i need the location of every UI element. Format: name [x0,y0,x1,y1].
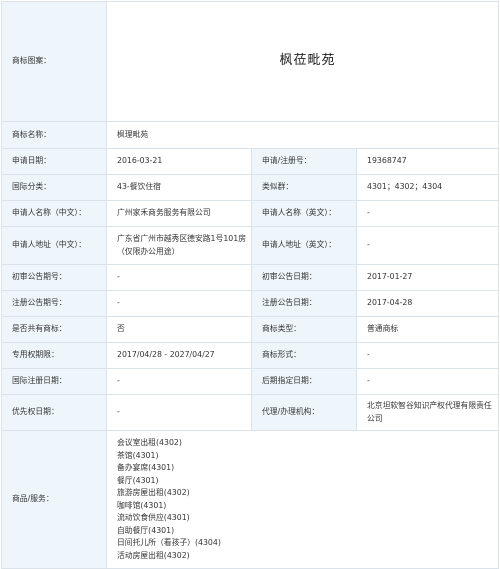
row-name: 商标名称： 枫理毗苑 [1,121,500,149]
address-cn-label: 申请人地址（中文）： [1,226,107,265]
address-en-label: 申请人地址（英文）： [251,226,357,265]
reg-no-label: 申请/注册号： [251,148,357,175]
later-date-label: 后期指定日期： [251,368,357,395]
service-item: 茶馆(4301) [117,450,159,460]
apply-date-label: 申请日期： [1,148,107,175]
row-services: 商品/服务： 会议室出租(4302) 茶馆(4301) 备办宴席(4301) 餐… [1,430,500,569]
priority-label: 优先权日期： [1,394,107,431]
form-label: 商标形式： [251,342,357,369]
reg-ann-date-value: 2017-04-28 [355,290,500,317]
service-item: 日间托儿所（看孩子）(4304) [117,538,221,547]
applicant-link[interactable]: 广州家禾商务服务有限公司 [106,200,252,227]
applicant-en-value: - [355,200,500,227]
image-label: 商标图案： [1,1,107,122]
row-apply: 申请日期： 2016-03-21 申请/注册号： 19368747 [1,148,500,175]
row-exclusive: 专用权期限： 2017/04/28 - 2027/04/27 商标形式： - [1,342,500,369]
trademark-image: 枫莅毗苑 [105,1,500,122]
class-value: 43-餐饮住宿 [106,174,252,201]
prelim-date-value: 2017-01-27 [355,264,500,291]
exclusive-value: 2017/04/28 - 2027/04/27 [106,342,252,369]
row-shared: 是否共有商标： 否 商标类型： 普通商标 [1,316,500,343]
service-item: 餐厅(4301) [117,475,159,485]
row-intl: 国际注册日期： - 后期指定日期： - [1,368,500,395]
name-value: 枫理毗苑 [105,121,500,149]
row-class: 国际分类： 43-餐饮住宿 类似群： 4301；4302；4304 [1,174,500,201]
service-item: 自助餐厅(4301) [117,525,175,535]
shared-value: 否 [106,316,252,343]
prelim-no-value: - [106,264,252,291]
exclusive-label: 专用权期限： [1,342,107,369]
services-label: 商品/服务： [1,430,107,569]
agent-label: 代理/办理机构： [251,394,357,431]
agent-link[interactable]: 北京坦软智谷知识产权代理有限责任公司 [355,394,500,431]
intl-reg-label: 国际注册日期： [1,368,107,395]
services-list: 会议室出租(4302) 茶馆(4301) 备办宴席(4301) 餐厅(4301)… [105,430,500,569]
reg-ann-no-value: - [106,290,252,317]
applicant-en-label: 申请人名称（英文）： [251,200,357,227]
row-reg-announce: 注册公告期号： - 注册公告日期： 2017-04-28 [1,290,500,317]
service-item: 会议室出租(4302) [117,438,182,447]
type-label: 商标类型： [251,316,357,343]
service-item: 旅游房屋出租(4302) [117,488,190,497]
later-date-value: - [355,368,500,395]
trademark-detail-table: 商标图案： 枫莅毗苑 商标名称： 枫理毗苑 申请日期： 2016-03-21 申… [1,1,500,569]
service-item: 备办宴席(4301) [117,463,175,472]
row-image: 商标图案： 枫莅毗苑 [1,1,500,122]
group-value: 4301；4302；4304 [355,174,500,201]
priority-value: - [106,394,252,431]
reg-no-value: 19368747 [355,148,500,175]
prelim-no-label: 初审公告期号： [1,264,107,291]
form-value: - [355,342,500,369]
row-prelim: 初审公告期号： - 初审公告日期： 2017-01-27 [1,264,500,291]
intl-reg-value: - [106,368,252,395]
group-label: 类似群： [251,174,357,201]
name-label: 商标名称： [1,121,107,149]
reg-ann-date-label: 注册公告日期： [251,290,357,317]
service-item: 流动饮食供应(4301) [117,513,190,522]
row-address: 申请人地址（中文）： 广东省广州市越秀区德安路1号101房（仅限办公用途） 申请… [1,226,500,265]
prelim-date-label: 初审公告日期： [251,264,357,291]
reg-ann-no-label: 注册公告期号： [1,290,107,317]
shared-label: 是否共有商标： [1,316,107,343]
service-item: 咖啡馆(4301) [117,500,167,510]
apply-date-value: 2016-03-21 [106,148,252,175]
class-label: 国际分类： [1,174,107,201]
type-value: 普通商标 [355,316,500,343]
address-cn-value: 广东省广州市越秀区德安路1号101房（仅限办公用途） [106,226,252,265]
address-en-value: - [355,226,500,265]
applicant-cn-label: 申请人名称（中文）： [1,200,107,227]
row-priority: 优先权日期： - 代理/办理机构： 北京坦软智谷知识产权代理有限责任公司 [1,394,500,431]
row-applicant: 申请人名称（中文）： 广州家禾商务服务有限公司 申请人名称（英文）： - [1,200,500,227]
trademark-image-text: 枫莅毗苑 [279,53,336,69]
